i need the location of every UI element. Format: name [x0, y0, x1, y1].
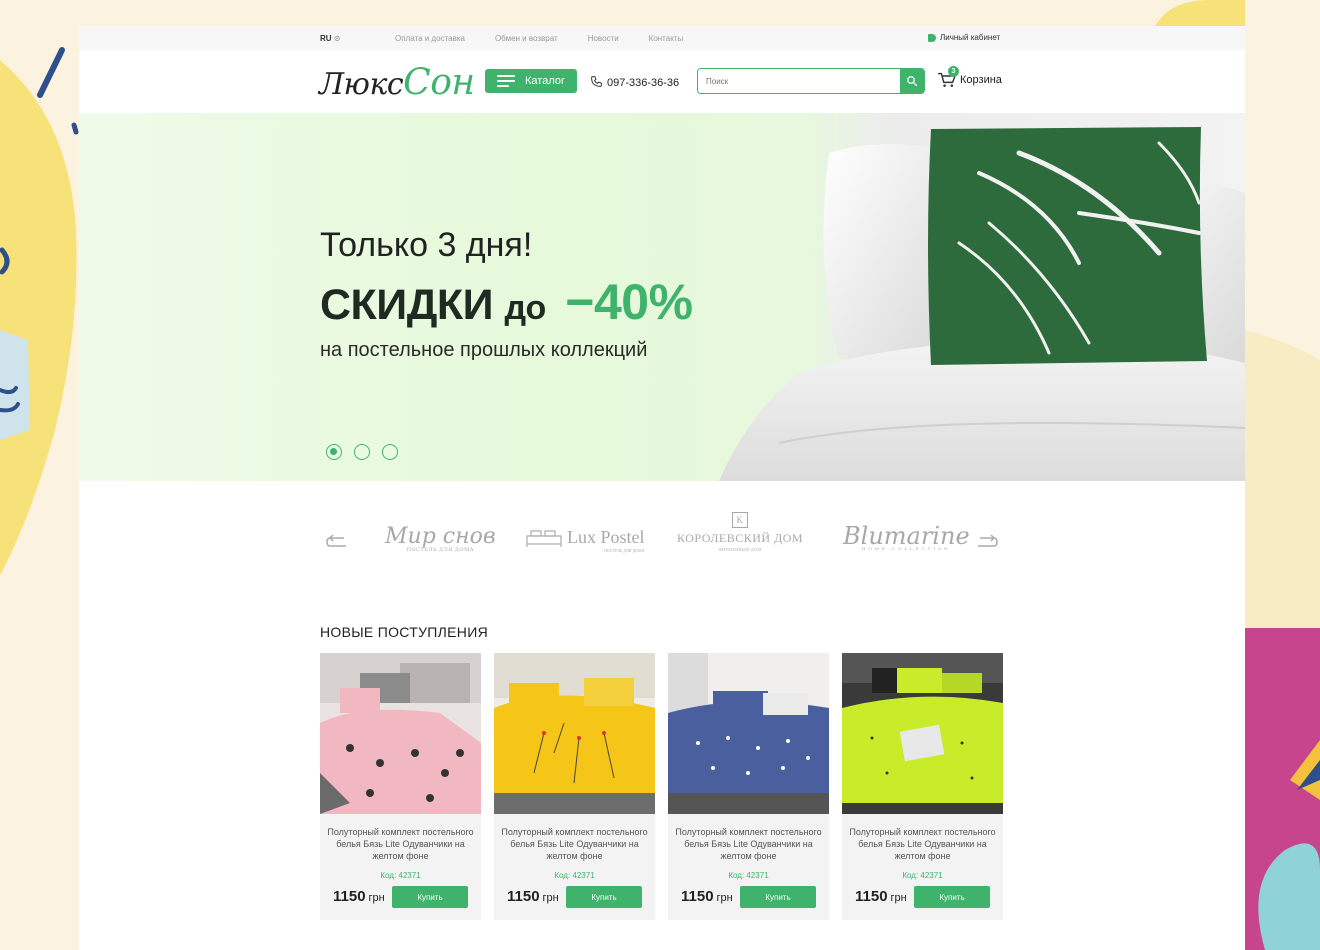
arrow-left-icon[interactable] — [326, 534, 348, 550]
product-card[interactable]: Полуторный комплект постельного белья Бя… — [842, 653, 1003, 920]
product-price: 1150 грн — [507, 888, 559, 905]
product-price: 1150 грн — [681, 888, 733, 905]
chevron-down-icon: ⊙ — [333, 34, 341, 43]
brand-logo-korolevsky-dom[interactable]: K КОРОЛЕВСКИЙ ДОМ ФИРМЕННЫЙ ДОМ — [677, 512, 803, 552]
brand-name: КОРОЛЕВСКИЙ ДОМ — [677, 531, 804, 545]
menu-icon — [497, 72, 515, 90]
slider-dot-1[interactable] — [326, 444, 342, 460]
product-name[interactable]: Полуторный комплект постельного белья Бя… — [674, 826, 823, 862]
hero-banner[interactable]: Только 3 дня! СКИДКИ до −40% на постельн… — [79, 113, 1245, 481]
product-price: 1150 грн — [855, 888, 907, 905]
cart-label: Корзина — [960, 74, 1002, 86]
account-link[interactable]: Личный кабинет — [928, 33, 1000, 42]
link-payment-delivery[interactable]: Оплата и доставка — [395, 34, 465, 43]
product-card[interactable]: Полуторный комплект постельного белья Бя… — [320, 653, 481, 920]
product-code: Код: 42371 — [554, 871, 595, 880]
logo-text-part1: Люкс — [319, 67, 404, 102]
account-label: Личный кабинет — [940, 33, 1001, 42]
cart-link[interactable]: 3 Корзина — [937, 66, 1002, 88]
brand-logo-mir-snov[interactable]: Мир снов ПОСТЕЛЬ ДЛЯ ДОМА — [385, 524, 496, 553]
product-code: Код: 42371 — [902, 871, 943, 880]
buy-button[interactable]: Купить — [566, 886, 642, 908]
search-button[interactable] — [900, 69, 924, 93]
hero-bedding-image — [719, 127, 1245, 481]
product-code: Код: 42371 — [380, 871, 421, 880]
product-image[interactable] — [842, 653, 1003, 814]
account-icon — [928, 33, 936, 42]
header: ЛюксСон Каталог 097-336-36-36 3 Корзина — [79, 50, 1245, 113]
price-value: 1150 — [681, 888, 714, 905]
phone-icon — [590, 75, 603, 91]
product-code: Код: 42371 — [728, 871, 769, 880]
price-value: 1150 — [333, 888, 366, 905]
buy-button[interactable]: Купить — [740, 886, 816, 908]
page-card: RU ⊙ Оплата и доставка Обмен и возврат Н… — [79, 26, 1245, 950]
logo-text-part2: Сон — [403, 62, 475, 103]
brand-logo-blumarine[interactable]: Blumarine HOME COLLECTION — [843, 522, 970, 551]
background-decoration-right — [1245, 0, 1320, 950]
new-arrivals-title: НОВЫЕ ПОСТУПЛЕНИЯ — [320, 624, 488, 640]
hero-title: Только 3 дня! — [320, 226, 533, 264]
price-value: 1150 — [855, 888, 888, 905]
brand-tagline: HOME COLLECTION — [861, 546, 951, 551]
buy-button[interactable]: Купить — [914, 886, 990, 908]
link-contacts[interactable]: Контакты — [649, 34, 684, 43]
price-value: 1150 — [507, 888, 540, 905]
hero-subtitle: на постельное прошлых коллекций — [320, 339, 648, 361]
language-selector[interactable]: RU ⊙ — [320, 34, 341, 43]
product-list: Полуторный комплект постельного белья Бя… — [320, 653, 1003, 920]
crown-icon: K — [732, 512, 749, 528]
slider-dots — [326, 444, 398, 460]
price-currency: грн — [542, 892, 559, 904]
phone-number: 097-336-36-36 — [607, 77, 680, 89]
phone-link[interactable]: 097-336-36-36 — [590, 75, 679, 91]
product-card[interactable]: Полуторный комплект постельного белья Бя… — [494, 653, 655, 920]
price-currency: грн — [368, 892, 385, 904]
hero-discount-word: СКИДКИ — [320, 281, 494, 329]
brands-carousel: Мир снов ПОСТЕЛЬ ДЛЯ ДОМА Lux Postel ПОС… — [79, 506, 1245, 586]
brand-tagline: ФИРМЕННЫЙ ДОМ — [718, 547, 762, 552]
hero-discount-percent: −40% — [565, 274, 693, 330]
catalog-label: Каталог — [525, 75, 565, 87]
search-icon — [907, 76, 918, 87]
brand-logo-lux-postel[interactable]: Lux Postel ПОСТЕЛЬ ДЛЯ ДОМА — [525, 526, 645, 553]
product-price: 1150 грн — [333, 888, 385, 905]
background-decoration-left — [0, 0, 80, 950]
product-image[interactable] — [494, 653, 655, 814]
slider-dot-3[interactable] — [382, 444, 398, 460]
top-bar: RU ⊙ Оплата и доставка Обмен и возврат Н… — [79, 26, 1245, 50]
product-name[interactable]: Полуторный комплект постельного белья Бя… — [500, 826, 649, 862]
price-currency: грн — [890, 892, 907, 904]
price-currency: грн — [716, 892, 733, 904]
product-card[interactable]: Полуторный комплект постельного белья Бя… — [668, 653, 829, 920]
logo[interactable]: ЛюксСон — [319, 62, 475, 103]
top-links: Оплата и доставка Обмен и возврат Новост… — [395, 34, 683, 43]
slider-dot-2[interactable] — [354, 444, 370, 460]
brand-name: Мир снов — [385, 524, 496, 549]
product-name[interactable]: Полуторный комплект постельного белья Бя… — [848, 826, 997, 862]
hero-discount-preposition: до — [504, 289, 546, 327]
link-news[interactable]: Новости — [588, 34, 619, 43]
brand-name: Lux Postel — [567, 526, 645, 547]
product-name[interactable]: Полуторный комплект постельного белья Бя… — [326, 826, 475, 862]
product-image[interactable] — [668, 653, 829, 814]
link-exchange-return[interactable]: Обмен и возврат — [495, 34, 558, 43]
brand-tagline: ПОСТЕЛЬ ДЛЯ ДОМА — [604, 547, 645, 553]
cart-icon: 3 — [937, 66, 959, 88]
buy-button[interactable]: Купить — [392, 886, 468, 908]
language-label: RU — [320, 34, 332, 43]
catalog-button[interactable]: Каталог — [485, 69, 577, 93]
product-image[interactable] — [320, 653, 481, 814]
arrow-right-icon[interactable] — [976, 534, 998, 550]
hero-discount-heading: СКИДКИ до −40% — [320, 273, 693, 331]
search-bar — [697, 68, 925, 94]
bed-icon — [525, 526, 563, 553]
search-input[interactable] — [698, 69, 900, 93]
cart-count-badge: 3 — [948, 66, 959, 77]
